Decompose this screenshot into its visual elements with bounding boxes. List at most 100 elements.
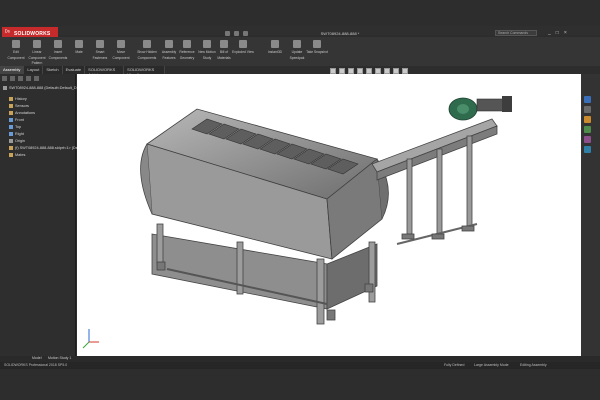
file-explorer-icon[interactable] — [584, 116, 591, 123]
feature-manager-icon[interactable] — [2, 76, 7, 81]
cmd-label: Take Snapshot — [306, 50, 328, 54]
tree-item[interactable]: Sensors — [9, 104, 29, 108]
insert-components-icon — [54, 40, 62, 48]
cmd-label: Insert Components — [48, 50, 68, 60]
custom-properties-icon[interactable] — [584, 146, 591, 153]
command-manager-tabs: Assembly Layout Sketch Evaluate SOLIDWOR… — [0, 66, 165, 77]
tree-item[interactable]: Front — [9, 118, 24, 122]
cmd-button-2[interactable]: Insert Components — [47, 40, 69, 64]
tree-item-label: Mates — [15, 153, 26, 157]
tree-item[interactable]: (f) SWT08924-888-888.sldprt<1> (Def — [9, 146, 79, 150]
cmd-button-5[interactable]: Move Component — [110, 40, 132, 64]
cmd-label: Instant3D — [267, 50, 283, 54]
solidworks-resources-icon[interactable] — [584, 96, 591, 103]
ds-logo-icon: ᴰˢ — [5, 30, 10, 36]
status-bar — [0, 362, 600, 369]
tab-evaluate[interactable]: Evaluate — [63, 66, 86, 74]
zoom-to-fit-icon[interactable] — [330, 68, 336, 74]
document-title: SWT08924-888-888 * — [320, 31, 360, 36]
tab-model[interactable]: Model — [32, 356, 42, 360]
status-large-assembly: Large Assembly Mode — [474, 363, 509, 367]
edit-component-icon — [12, 40, 20, 48]
status-defined: Fully Defined — [444, 363, 465, 367]
design-library-icon[interactable] — [584, 106, 591, 113]
cmd-label: Show Hidden Components — [137, 50, 157, 60]
rebuild-icon[interactable] — [234, 31, 239, 36]
section-view-icon[interactable] — [357, 68, 363, 74]
cmd-label: Linear Component Pattern — [28, 50, 46, 66]
conveyor-assembly-model — [82, 96, 512, 349]
window-controls: _ □ × — [548, 30, 567, 36]
minimize-icon[interactable]: _ — [548, 30, 551, 36]
tree-item[interactable]: Right — [9, 132, 24, 136]
appearances-icon[interactable] — [584, 136, 591, 143]
tree-item[interactable]: Top — [9, 125, 21, 129]
scene-icon[interactable] — [402, 68, 408, 74]
tree-item-label: Right — [15, 132, 24, 136]
property-manager-icon[interactable] — [10, 76, 15, 81]
options-icon[interactable] — [243, 31, 248, 36]
close-icon[interactable]: × — [564, 30, 567, 36]
tab-motion-study[interactable]: Motion Study 1 — [48, 356, 71, 360]
tree-item[interactable]: Mates — [9, 153, 25, 157]
tree-item-label: (f) SWT08924-888-888.sldprt<1> (Def — [15, 146, 79, 150]
tab-sketch[interactable]: Sketch — [43, 66, 63, 74]
cmd-button-4[interactable]: Smart Fasteners — [89, 40, 111, 64]
zoom-area-icon[interactable] — [339, 68, 345, 74]
cmd-button-14[interactable]: Take Snapshot — [306, 40, 328, 64]
hide-show-icon[interactable] — [384, 68, 390, 74]
search-commands-input[interactable]: Search Commands — [495, 30, 537, 36]
cmd-button-8[interactable]: Reference Geometry — [176, 40, 198, 64]
cmd-button-3[interactable]: Mate — [68, 40, 90, 64]
tree-item[interactable]: History — [9, 97, 27, 101]
instant3d-icon — [271, 40, 279, 48]
cmd-button-0[interactable]: Edit Component — [5, 40, 27, 64]
appearance-icon[interactable] — [393, 68, 399, 74]
assembly-icon — [3, 86, 7, 90]
cmd-button-11[interactable]: Exploded View — [232, 40, 254, 64]
indexing-wheel — [448, 96, 512, 121]
graphics-area[interactable] — [77, 74, 581, 356]
tree-root[interactable]: SWT08924-888-888 (Default<Default_D — [3, 86, 77, 90]
cmd-label: Reference Geometry — [179, 50, 195, 60]
cmd-button-6[interactable]: Show Hidden Components — [136, 40, 158, 64]
cmd-button-13[interactable]: Update Speedpak — [286, 40, 308, 64]
cmd-button-1[interactable]: Linear Component Pattern — [26, 40, 48, 66]
cmd-button-12[interactable]: Instant3D — [264, 40, 286, 64]
previous-view-icon[interactable] — [348, 68, 354, 74]
status-version: SOLIDWORKS Professional 2018 SP5.0 — [4, 363, 68, 367]
maximize-icon[interactable]: □ — [556, 30, 559, 36]
heads-up-view-toolbar — [330, 68, 408, 74]
tab-addins[interactable]: SOLIDWORKS Add-Ins — [85, 66, 125, 77]
annotations-icon — [9, 111, 13, 115]
configuration-manager-icon[interactable] — [18, 76, 23, 81]
display-manager-icon[interactable] — [34, 76, 39, 81]
tree-root-label: SWT08924-888-888 (Default<Default_D — [9, 86, 77, 90]
motion-study-icon — [203, 40, 211, 48]
dimxpert-icon[interactable] — [26, 76, 31, 81]
view-orientation-icon[interactable] — [366, 68, 372, 74]
view-palette-icon[interactable] — [584, 126, 591, 133]
cmd-label: Mate — [75, 50, 83, 54]
sensors-icon — [9, 104, 13, 108]
tab-assembly[interactable]: Assembly — [0, 66, 25, 74]
tree-item-label: Sensors — [15, 104, 29, 108]
transfer-rail — [371, 118, 498, 245]
tree-item[interactable]: Origin — [9, 139, 25, 143]
cmd-label: Edit Component — [7, 50, 25, 60]
reference-geometry-icon — [183, 40, 191, 48]
plane-icon — [9, 125, 13, 129]
pattern-icon — [33, 40, 41, 48]
tree-item[interactable]: Annotations — [9, 111, 35, 115]
cmd-label: Smart Fasteners — [92, 50, 108, 60]
feature-manager-tree — [0, 74, 76, 356]
cmd-label: Bill of Materials — [217, 50, 231, 60]
tab-visualize[interactable]: SOLIDWORKS Visualize — [124, 66, 165, 77]
display-style-icon[interactable] — [375, 68, 381, 74]
select-icon[interactable] — [225, 31, 230, 36]
tree-item-label: Front — [15, 118, 24, 122]
mate-icon — [75, 40, 83, 48]
speedpak-icon — [293, 40, 301, 48]
cmd-label: Move Component — [112, 50, 130, 60]
tab-layout[interactable]: Layout — [24, 66, 44, 74]
